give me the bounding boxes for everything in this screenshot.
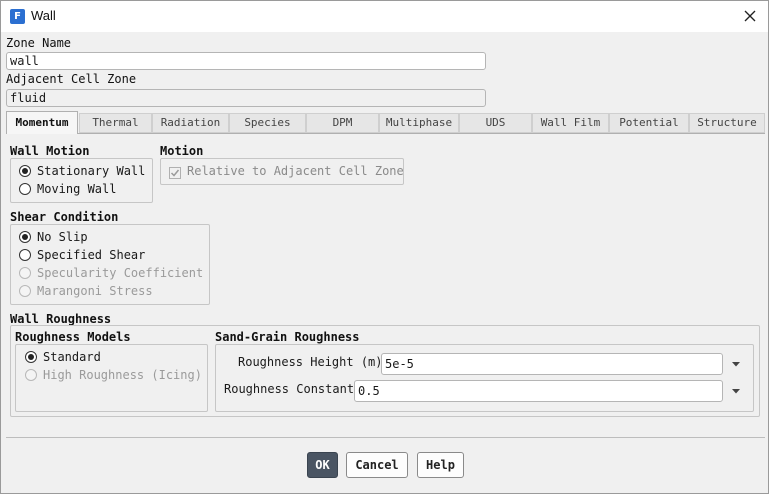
sand-grain-roughness-group: Roughness Height (m) 5e-5 Roughness Cons…: [215, 344, 754, 412]
tab-radiation[interactable]: Radiation: [152, 113, 229, 133]
radio-button-checked: [19, 231, 31, 243]
moving-wall-label: Moving Wall: [37, 182, 117, 196]
relative-to-adjacent-checkbox: [169, 167, 181, 179]
radio-button-checked: [25, 351, 37, 363]
tab-potential[interactable]: Potential: [609, 113, 689, 133]
standard-label: Standard: [43, 350, 101, 364]
tab-multiphase[interactable]: Multiphase: [379, 113, 459, 133]
radio-button-disabled: [19, 267, 31, 279]
radio-button-disabled: [19, 285, 31, 297]
chevron-down-icon: [732, 389, 740, 394]
tab-thermal[interactable]: Thermal: [79, 113, 152, 133]
wall-roughness-group: Roughness Models Standard High Roughness…: [10, 325, 760, 417]
wall-dialog: F Wall Zone Name wall Adjacent Cell Zone…: [0, 0, 769, 494]
tab-wall-film[interactable]: Wall Film: [532, 113, 609, 133]
radio-button-checked: [19, 165, 31, 177]
high-roughness-icing-label: High Roughness (Icing): [43, 368, 202, 382]
tab-uds[interactable]: UDS: [459, 113, 532, 133]
ok-button[interactable]: OK: [307, 452, 338, 478]
shear-condition-group: No Slip Specified Shear Specularity Coef…: [10, 224, 210, 305]
close-icon: [744, 10, 756, 22]
tab-bar: Momentum Thermal Radiation Species DPM M…: [6, 111, 765, 134]
cancel-button[interactable]: Cancel: [346, 452, 408, 478]
radio-button-disabled: [25, 369, 37, 381]
specularity-coefficient-label: Specularity Coefficient: [37, 266, 204, 280]
title-bar: F Wall: [1, 1, 768, 32]
chevron-down-icon: [732, 362, 740, 367]
radio-button: [19, 249, 31, 261]
adjacent-cell-zone-label: Adjacent Cell Zone: [6, 72, 137, 86]
roughness-constant-label: Roughness Constant: [224, 382, 355, 396]
roughness-height-input[interactable]: 5e-5: [381, 353, 723, 375]
motion-title: Motion: [160, 144, 204, 158]
fluent-app-icon: F: [10, 9, 25, 24]
roughness-constant-dropdown[interactable]: [729, 384, 743, 398]
marangoni-stress-label: Marangoni Stress: [37, 284, 153, 298]
no-slip-label: No Slip: [37, 230, 88, 244]
window-title: Wall: [31, 8, 56, 23]
adjacent-cell-zone-field: fluid: [6, 89, 486, 107]
help-button[interactable]: Help: [417, 452, 464, 478]
roughness-height-label: Roughness Height (m): [238, 355, 383, 369]
specified-shear-label: Specified Shear: [37, 248, 146, 262]
wall-roughness-title: Wall Roughness: [10, 312, 112, 326]
zone-name-input[interactable]: wall: [6, 52, 486, 70]
tab-dpm[interactable]: DPM: [306, 113, 379, 133]
tab-momentum[interactable]: Momentum: [6, 111, 78, 134]
close-button[interactable]: [740, 6, 760, 26]
tab-species[interactable]: Species: [229, 113, 306, 133]
footer-divider: [6, 437, 765, 438]
wall-motion-title: Wall Motion: [10, 144, 90, 158]
stationary-wall-label: Stationary Wall: [37, 164, 146, 178]
roughness-height-dropdown[interactable]: [729, 357, 743, 371]
tab-structure[interactable]: Structure: [689, 113, 765, 133]
sand-grain-roughness-title: Sand-Grain Roughness: [215, 330, 360, 344]
shear-condition-title: Shear Condition: [10, 210, 119, 224]
zone-name-label: Zone Name: [6, 36, 72, 50]
relative-to-adjacent-label: Relative to Adjacent Cell Zone: [187, 164, 404, 178]
motion-group: Relative to Adjacent Cell Zone: [160, 158, 404, 185]
roughness-models-group: Standard High Roughness (Icing): [15, 344, 208, 412]
roughness-constant-input[interactable]: 0.5: [354, 380, 723, 402]
checkmark-icon: [170, 169, 180, 177]
radio-button: [19, 183, 31, 195]
roughness-models-title: Roughness Models: [15, 330, 131, 344]
wall-motion-group: Stationary Wall Moving Wall: [10, 158, 153, 203]
